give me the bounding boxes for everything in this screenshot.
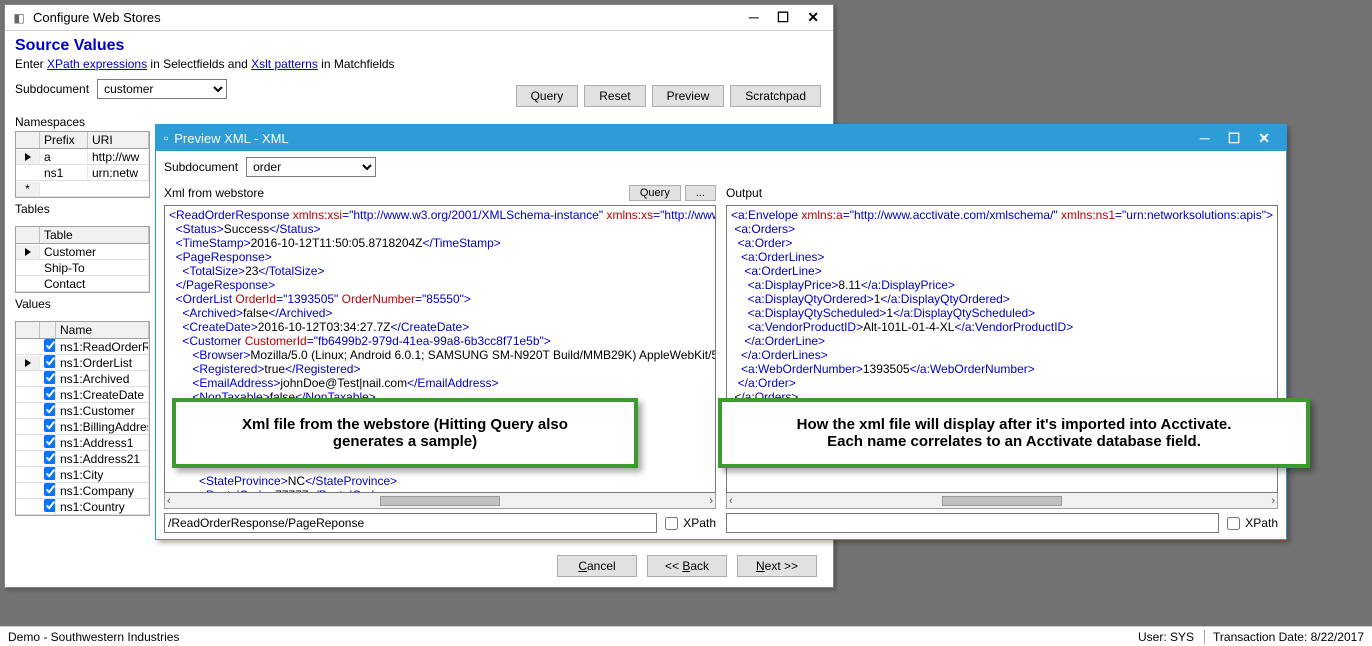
row-checkbox[interactable] (44, 339, 56, 352)
callout-left: Xml file from the webstore (Hitting Quer… (172, 398, 638, 468)
table-row[interactable]: Contact (16, 276, 149, 292)
close-icon[interactable]: ✕ (807, 9, 819, 26)
col-name: Name (56, 322, 149, 338)
values-grid[interactable]: Name ns1:ReadOrderRes ns1:OrderList ns1:… (15, 321, 150, 516)
row-checkbox[interactable] (44, 451, 56, 464)
value-row[interactable]: ns1:CreateDate (16, 387, 149, 403)
scratchpad-button[interactable]: Scratchpad (730, 85, 821, 107)
row-checkbox[interactable] (44, 371, 56, 384)
row-checkbox[interactable] (44, 403, 56, 416)
row-checkbox[interactable] (44, 355, 56, 368)
preview-button[interactable]: Preview (652, 85, 725, 107)
value-row[interactable]: ns1:BillingAddress (16, 419, 149, 435)
minimize-icon[interactable]: ─ (1200, 130, 1210, 147)
preview-titlebar[interactable]: ▫ Preview XML - XML ─ ☐ ✕ (156, 125, 1286, 151)
value-row[interactable]: ns1:OrderList (16, 355, 149, 371)
pv-subdocument-label: Subdocument (164, 160, 238, 174)
left-xpath-input[interactable] (164, 513, 657, 533)
tables-grid[interactable]: Table Customer Ship-To Contact (15, 226, 150, 293)
right-xpath-input[interactable] (726, 513, 1219, 533)
main-titlebar[interactable]: ◧ Configure Web Stores ─ ☐ ✕ (5, 5, 833, 31)
next-button[interactable]: Next >> (737, 555, 817, 577)
right-pane-label: Output (726, 186, 762, 200)
value-row[interactable]: ns1:Address1 (16, 435, 149, 451)
value-row[interactable]: ns1:Customer (16, 403, 149, 419)
preview-xml-window: ▫ Preview XML - XML ─ ☐ ✕ Subdocument or… (155, 124, 1287, 540)
reset-button[interactable]: Reset (584, 85, 645, 107)
value-row[interactable]: ns1:Company (16, 483, 149, 499)
row-pointer-icon (25, 248, 31, 256)
maximize-icon[interactable]: ☐ (1228, 130, 1241, 147)
preview-title: Preview XML - XML (174, 131, 1200, 146)
close-icon[interactable]: ✕ (1258, 130, 1270, 147)
status-date: Transaction Date: 8/22/2017 (1204, 630, 1364, 644)
window-icon: ▫ (164, 131, 168, 145)
page-heading: Source Values (15, 37, 823, 55)
status-demo: Demo - Southwestern Industries (8, 630, 179, 644)
namespace-row[interactable]: ns1 urn:netw (16, 165, 149, 181)
xpath-expressions-link[interactable]: XPath expressions (47, 57, 147, 71)
maximize-icon[interactable]: ☐ (777, 9, 790, 26)
col-uri: URI (88, 132, 149, 148)
query-button[interactable]: Query (516, 85, 579, 107)
h-scrollbar[interactable]: ‹› (726, 493, 1278, 509)
callout-right: How the xml file will display after it's… (718, 398, 1310, 468)
cancel-button[interactable]: Cancel (557, 555, 637, 577)
right-xpath-checkbox[interactable] (1227, 517, 1240, 530)
row-checkbox[interactable] (44, 419, 56, 432)
tables-label: Tables (15, 202, 150, 216)
col-prefix: Prefix (40, 132, 88, 148)
subdocument-label: Subdocument (15, 82, 89, 96)
output-pane: Output <a:Envelope xmlns:a="http://www.a… (726, 183, 1278, 533)
left-xpath-label: XPath (683, 516, 716, 530)
row-checkbox[interactable] (44, 387, 56, 400)
value-row[interactable]: ns1:City (16, 467, 149, 483)
row-checkbox[interactable] (44, 499, 56, 512)
status-bar: Demo - Southwestern Industries User: SYS… (0, 626, 1372, 646)
xslt-patterns-link[interactable]: Xslt patterns (251, 57, 318, 71)
xml-from-webstore-pane: Xml from webstore Query ... <ReadOrderRe… (164, 183, 716, 533)
left-pane-label: Xml from webstore (164, 186, 264, 200)
namespace-new-row[interactable]: * (16, 181, 149, 197)
subdocument-select[interactable]: customer (97, 79, 227, 99)
value-row[interactable]: ns1:Archived (16, 371, 149, 387)
table-row[interactable]: Customer (16, 244, 149, 260)
main-title: Configure Web Stores (33, 10, 749, 25)
left-xpath-checkbox[interactable] (665, 517, 678, 530)
page-subtitle: Enter XPath expressions in Selectfields … (15, 57, 823, 71)
left-ellipsis-button[interactable]: ... (685, 185, 716, 201)
app-icon: ◧ (11, 10, 27, 26)
row-checkbox[interactable] (44, 483, 56, 496)
namespaces-label: Namespaces (15, 115, 150, 129)
row-pointer-icon (25, 153, 31, 161)
col-table: Table (40, 227, 149, 243)
back-button[interactable]: << Back (647, 555, 727, 577)
namespace-row[interactable]: a http://ww (16, 149, 149, 165)
values-label: Values (15, 297, 150, 311)
minimize-icon[interactable]: ─ (749, 9, 759, 26)
value-row[interactable]: ns1:ReadOrderRes (16, 339, 149, 355)
left-query-button[interactable]: Query (629, 185, 681, 201)
pv-subdocument-select[interactable]: order (246, 157, 376, 177)
row-pointer-icon (25, 359, 31, 367)
row-checkbox[interactable] (44, 467, 56, 480)
right-xpath-label: XPath (1245, 516, 1278, 530)
h-scrollbar[interactable]: ‹› (164, 493, 716, 509)
row-checkbox[interactable] (44, 435, 56, 448)
status-user: User: SYS (1138, 630, 1194, 644)
value-row[interactable]: ns1:Address21 (16, 451, 149, 467)
table-row[interactable]: Ship-To (16, 260, 149, 276)
value-row[interactable]: ns1:Country (16, 499, 149, 515)
namespaces-grid[interactable]: Prefix URI a http://ww ns1 urn:netw * (15, 131, 150, 198)
